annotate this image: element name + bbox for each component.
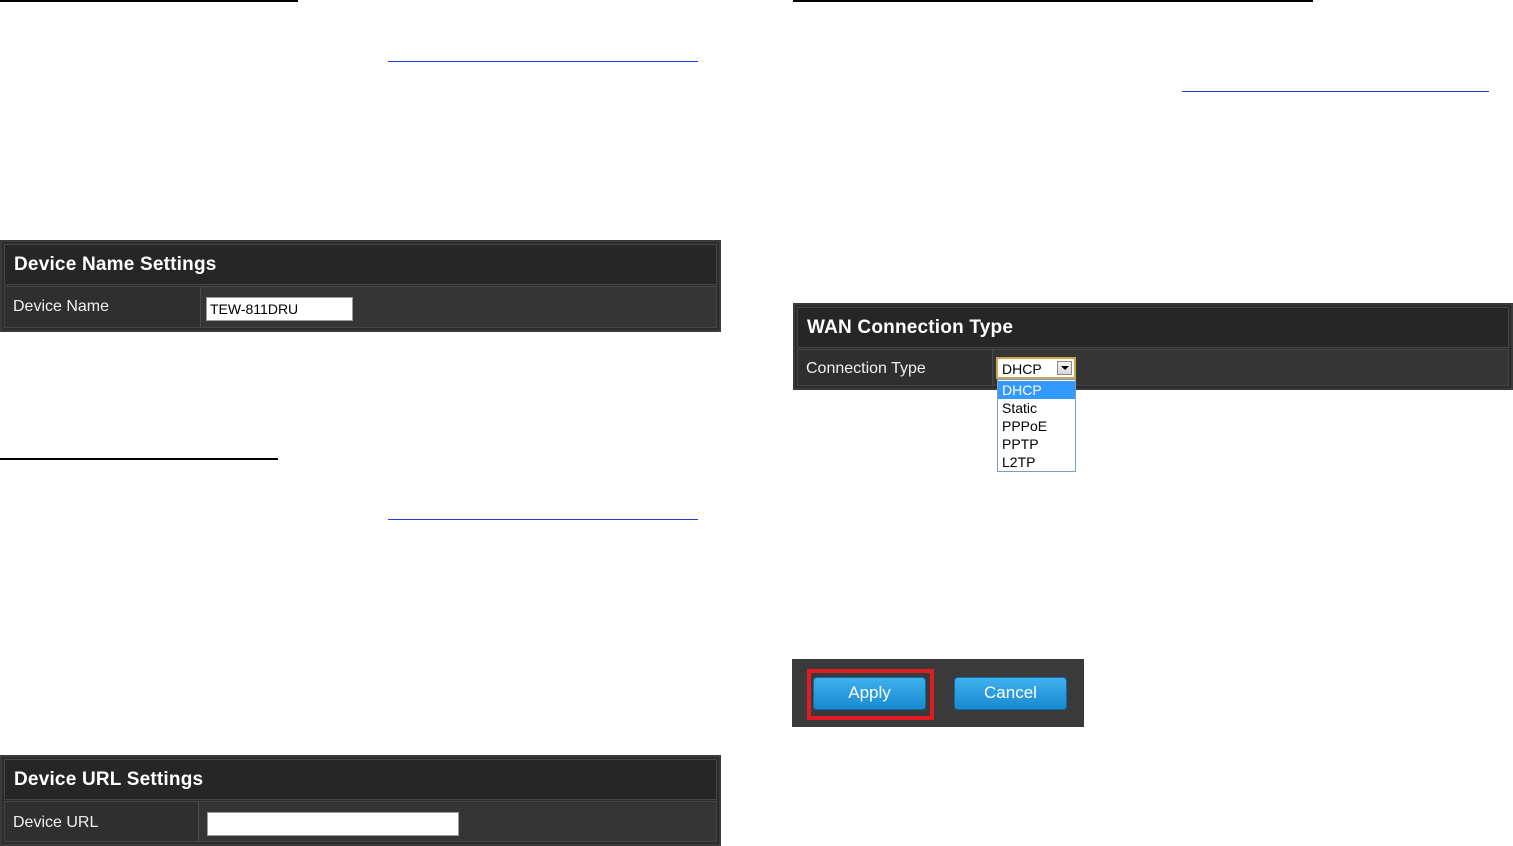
dropdown-option-l2tp[interactable]: L2TP bbox=[998, 453, 1075, 471]
section-heading-rule bbox=[0, 458, 278, 460]
connection-type-dropdown: DHCP Static PPPoE PPTP L2TP bbox=[997, 379, 1076, 472]
wan-connection-type-panel: WAN Connection Type Connection Type bbox=[793, 303, 1513, 390]
panel-title: Device URL Settings bbox=[14, 769, 204, 790]
panel-header: Device Name Settings bbox=[4, 244, 717, 285]
device-name-label: Device Name bbox=[13, 298, 110, 315]
row-label-cell: Connection Type bbox=[798, 350, 993, 385]
dropdown-option-dhcp[interactable]: DHCP bbox=[998, 381, 1075, 399]
dropdown-option-static[interactable]: Static bbox=[998, 399, 1075, 417]
panel-title: Device Name Settings bbox=[14, 254, 217, 275]
link-underline bbox=[388, 61, 698, 62]
panel-header: WAN Connection Type bbox=[797, 307, 1509, 348]
cancel-button[interactable]: Cancel bbox=[954, 677, 1067, 710]
device-url-input[interactable] bbox=[207, 812, 459, 836]
link-underline bbox=[1182, 91, 1489, 92]
device-name-settings-panel: Device Name Settings Device Name bbox=[0, 240, 721, 332]
section-heading-rule bbox=[793, 0, 1313, 2]
section-heading-rule bbox=[0, 0, 298, 2]
device-name-input[interactable] bbox=[206, 297, 353, 321]
device-url-label: Device URL bbox=[13, 814, 99, 831]
dropdown-option-pptp[interactable]: PPTP bbox=[998, 435, 1075, 453]
button-bar: Apply Cancel bbox=[792, 659, 1084, 727]
connection-type-select[interactable]: DHCP bbox=[996, 357, 1076, 379]
apply-button[interactable]: Apply bbox=[813, 677, 926, 710]
dropdown-option-pppoe[interactable]: PPPoE bbox=[998, 417, 1075, 435]
device-url-row: Device URL bbox=[4, 801, 717, 842]
chevron-down-icon[interactable] bbox=[1057, 361, 1072, 375]
panel-title: WAN Connection Type bbox=[807, 317, 1014, 338]
row-label-cell: Device URL bbox=[5, 802, 199, 841]
connection-type-label: Connection Type bbox=[806, 360, 926, 377]
row-label-cell: Device Name bbox=[5, 287, 201, 327]
link-underline bbox=[388, 519, 698, 520]
device-name-row: Device Name bbox=[4, 286, 717, 328]
panel-header: Device URL Settings bbox=[4, 759, 717, 800]
selected-value: DHCP bbox=[1002, 361, 1042, 377]
connection-type-row: Connection Type bbox=[797, 349, 1509, 386]
device-url-settings-panel: Device URL Settings Device URL bbox=[0, 755, 721, 846]
